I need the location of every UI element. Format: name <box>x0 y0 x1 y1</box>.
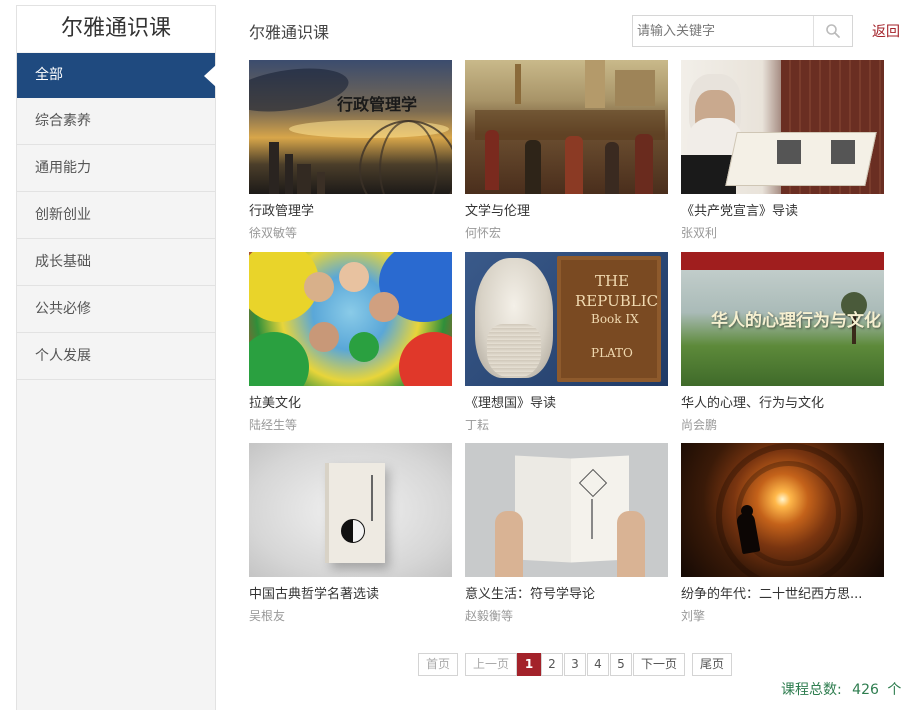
page-4-button[interactable]: 4 <box>587 653 609 676</box>
course-title[interactable]: 华人的心理、行为与文化 <box>681 392 884 411</box>
course-author: 陆经生等 <box>249 418 298 432</box>
course-title[interactable]: 中国古典哲学名著选读 <box>249 583 452 602</box>
cover-text-line1: THE <box>595 272 630 290</box>
course-card[interactable]: 拉美文化 陆经生等 <box>249 252 452 433</box>
course-card[interactable]: 文学与伦理 何怀宏 <box>465 60 668 241</box>
course-card[interactable]: THE REPUBLIC Book IX PLATO 《理想国》导读 丁耘 <box>465 252 668 433</box>
total-unit: 个 <box>887 682 902 698</box>
sidebar-item-innovation[interactable]: 创新创业 <box>17 192 215 239</box>
page-3-button[interactable]: 3 <box>564 653 586 676</box>
sidebar-item-personal[interactable]: 个人发展 <box>17 333 215 380</box>
course-cover-image[interactable]: THE REPUBLIC Book IX PLATO <box>465 252 668 386</box>
course-title[interactable]: 《理想国》导读 <box>465 392 668 411</box>
course-title[interactable]: 拉美文化 <box>249 392 452 411</box>
course-title[interactable]: 纷争的年代：二十世纪西方思... <box>681 583 884 602</box>
course-cover-image[interactable] <box>249 252 452 386</box>
course-card[interactable]: 行政管理学 行政管理学 徐双敏等 <box>249 60 452 241</box>
course-title[interactable]: 《共产党宣言》导读 <box>681 200 884 219</box>
course-card[interactable]: 中国古典哲学名著选读 吴根友 <box>249 443 452 624</box>
sidebar-item-growth[interactable]: 成长基础 <box>17 239 215 286</box>
sidebar-item-comprehensive[interactable]: 综合素养 <box>17 98 215 145</box>
cover-text: 华人的心理行为与文化 <box>711 311 881 331</box>
course-cover-image[interactable] <box>681 60 884 194</box>
course-card[interactable]: 意义生活：符号学导论 赵毅衡等 <box>465 443 668 624</box>
sidebar-item-general-ability[interactable]: 通用能力 <box>17 145 215 192</box>
next-page-button[interactable]: 下一页 <box>633 653 685 676</box>
course-author: 尚会鹏 <box>681 418 718 432</box>
sidebar-item-all[interactable]: 全部 <box>17 53 216 98</box>
last-page-button[interactable]: 尾页 <box>692 653 732 676</box>
course-title[interactable]: 意义生活：符号学导论 <box>465 583 668 602</box>
cover-text-line3: Book IX <box>591 312 639 326</box>
total-label: 课程总数: <box>781 682 842 698</box>
course-cover-image[interactable] <box>465 443 668 577</box>
course-cover-image[interactable] <box>249 443 452 577</box>
course-author: 何怀宏 <box>465 226 502 240</box>
page-2-button[interactable]: 2 <box>541 653 563 676</box>
category-sidebar: 尔雅通识课 全部 综合素养 通用能力 创新创业 成长基础 公共必修 个人发展 <box>16 5 216 710</box>
cover-text: 行政管理学 <box>337 95 418 114</box>
cover-text-line2: REPUBLIC <box>575 292 659 310</box>
course-cover-image[interactable]: 华人的心理行为与文化 <box>681 252 884 386</box>
course-card[interactable]: 纷争的年代：二十世纪西方思... 刘擎 <box>681 443 884 624</box>
course-author: 丁耘 <box>465 418 490 432</box>
total-count: 426 <box>852 682 879 698</box>
course-card[interactable]: 华人的心理行为与文化 华人的心理、行为与文化 尚会鹏 <box>681 252 884 433</box>
search-button[interactable] <box>813 16 852 46</box>
course-total: 课程总数: 426 个 <box>781 679 901 699</box>
page-1-button[interactable]: 1 <box>517 653 541 676</box>
course-card[interactable]: 《共产党宣言》导读 张双利 <box>681 60 884 241</box>
back-link[interactable]: 返回 <box>872 21 900 41</box>
course-cover-image[interactable]: 行政管理学 <box>249 60 452 194</box>
course-cover-image[interactable] <box>681 443 884 577</box>
search-icon <box>826 24 840 38</box>
cover-text-line4: PLATO <box>591 346 633 360</box>
page-title: 尔雅通识课 <box>249 23 330 42</box>
sidebar-title: 尔雅通识课 <box>17 5 215 52</box>
sidebar-item-required[interactable]: 公共必修 <box>17 286 215 333</box>
prev-page-button[interactable]: 上一页 <box>465 653 517 676</box>
course-author: 徐双敏等 <box>249 226 298 240</box>
course-author: 张双利 <box>681 226 718 240</box>
course-author: 赵毅衡等 <box>465 609 514 623</box>
course-cover-image[interactable] <box>465 60 668 194</box>
course-title[interactable]: 行政管理学 <box>249 200 452 219</box>
search-input[interactable] <box>633 16 821 46</box>
course-title[interactable]: 文学与伦理 <box>465 200 668 219</box>
search-box <box>632 15 853 47</box>
first-page-button[interactable]: 首页 <box>418 653 458 676</box>
course-author: 刘擎 <box>681 609 706 623</box>
page-5-button[interactable]: 5 <box>610 653 632 676</box>
course-author: 吴根友 <box>249 609 286 623</box>
